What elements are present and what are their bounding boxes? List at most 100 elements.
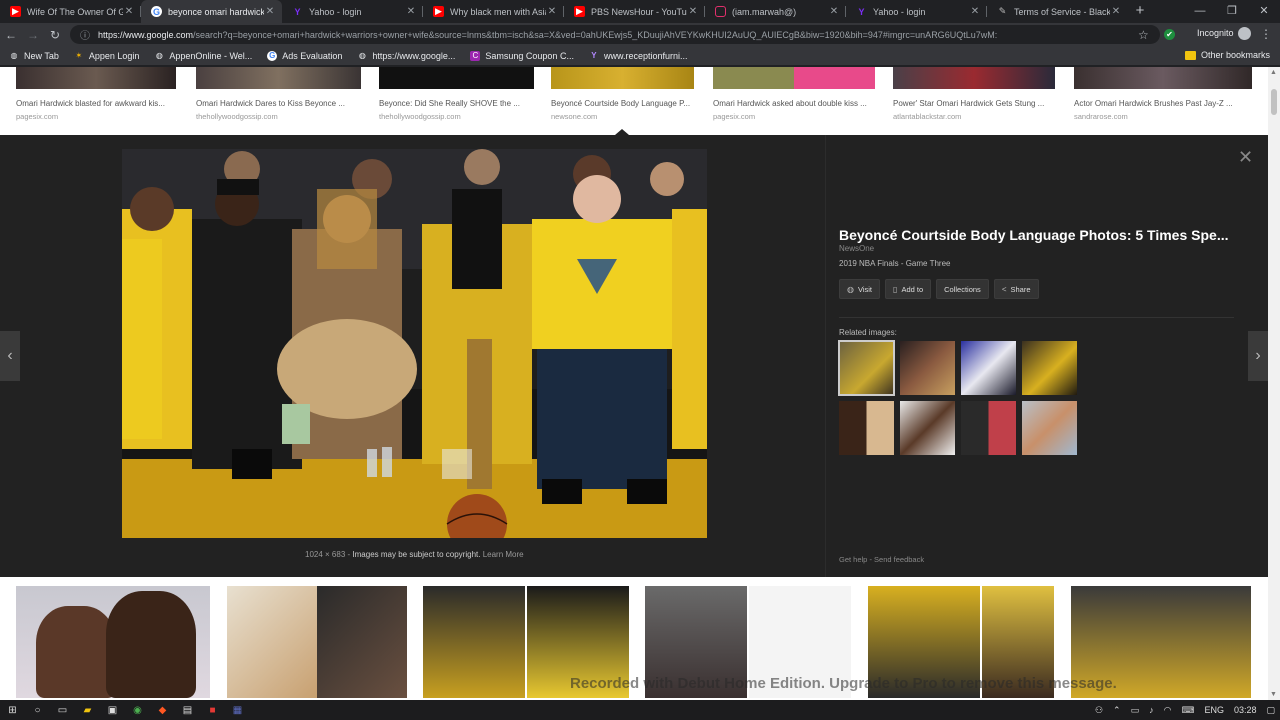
preview-image[interactable] <box>122 149 707 538</box>
result-caption: Omari Hardwick blasted for awkward kis..… <box>16 99 165 108</box>
bookmark-item[interactable]: ◍ AppenOnline - Wel... <box>145 51 258 61</box>
tab-title: Yahoo - login <box>309 6 362 17</box>
notepad-icon[interactable]: ▤ <box>175 700 200 720</box>
learn-more-link[interactable]: Learn More <box>483 550 524 559</box>
store-icon[interactable]: ▣ <box>100 700 125 720</box>
result-thumbnail[interactable]: Actor Omari Hardwick Brushes Past Jay-Z … <box>1074 67 1252 121</box>
yahoo-icon: Y <box>858 6 865 17</box>
bookmark-item[interactable]: Ywww.receptionfurni... <box>580 51 694 61</box>
tab-7[interactable]: ✎ Terms of Service - BlackAm✕ <box>987 0 1128 23</box>
tab-5[interactable]: (iam.marwah@) ✕ <box>705 0 846 23</box>
chevron-up-icon[interactable]: ⌃ <box>1108 705 1126 716</box>
file-explorer-icon[interactable]: ▰ <box>75 700 100 720</box>
people-icon[interactable]: ⚇ <box>1090 705 1108 716</box>
visit-button[interactable]: ◍ Visit <box>839 279 881 299</box>
related-image[interactable] <box>961 401 1016 455</box>
bookmark-label: Samsung Coupon C... <box>485 50 574 61</box>
bookmark-item[interactable]: ◍ New Tab <box>0 51 65 61</box>
battery-icon[interactable]: ▭ <box>1126 705 1145 716</box>
menu-icon[interactable]: ⋮ <box>1260 27 1272 41</box>
scroll-up-icon[interactable]: ▲ <box>1270 69 1277 76</box>
windows-start-icon[interactable]: ⊞ <box>0 700 25 720</box>
tab-6[interactable]: Y Yahoo - login ✕ <box>846 0 987 23</box>
notification-icon[interactable]: ▢ <box>1261 705 1280 716</box>
result-thumbnail-selected[interactable]: Beyoncé Courtside Body Language P... new… <box>551 67 694 121</box>
tab-2[interactable]: Y Yahoo - login ✕ <box>282 0 423 23</box>
close-icon[interactable]: ✕ <box>123 6 135 17</box>
clock[interactable]: 03:28 <box>1229 705 1262 715</box>
scroll-down-icon[interactable]: ▼ <box>1270 691 1277 698</box>
yahoo-icon: Y <box>591 51 597 60</box>
result-thumbnail[interactable] <box>16 586 210 698</box>
result-thumbnail[interactable]: Power' Star Omari Hardwick Gets Stung ..… <box>893 67 1055 121</box>
page-scrollbar[interactable]: ▲ ▼ <box>1268 67 1280 700</box>
bookmark-item[interactable]: ◍ https://www.google... <box>348 51 461 61</box>
next-image-button[interactable]: › <box>1248 331 1268 381</box>
result-image <box>551 67 694 89</box>
keyboard-icon[interactable]: ⌨ <box>1176 705 1199 716</box>
close-window-icon[interactable]: ✕ <box>1248 0 1280 22</box>
previous-image-button[interactable]: ‹ <box>0 331 20 381</box>
volume-icon[interactable]: ♪ <box>1144 705 1159 715</box>
back-icon[interactable]: ← <box>0 28 22 42</box>
share-button[interactable]: < Share <box>993 279 1039 299</box>
bookmark-item[interactable]: ✶ Appen Login <box>65 51 146 61</box>
result-image <box>317 586 407 698</box>
close-icon[interactable]: ✕ <box>828 6 840 17</box>
preview-source[interactable]: NewsOne <box>839 244 874 253</box>
send-feedback-link[interactable]: Send feedback <box>874 555 924 564</box>
result-caption: Power' Star Omari Hardwick Gets Stung ..… <box>893 99 1045 108</box>
add-to-button[interactable]: ▯ Add to <box>885 279 932 299</box>
related-image[interactable] <box>961 341 1016 395</box>
minimize-icon[interactable]: — <box>1184 0 1216 22</box>
related-image[interactable] <box>838 340 895 396</box>
chrome-icon[interactable]: ◉ <box>125 700 150 720</box>
related-image[interactable] <box>1022 341 1077 395</box>
bookmark-star-icon[interactable]: ☆ <box>1138 28 1149 42</box>
other-bookmarks[interactable]: Other bookmarks <box>1184 50 1270 60</box>
result-thumbnail[interactable]: Omari Hardwick asked about double kiss .… <box>713 67 875 121</box>
related-image[interactable] <box>839 401 894 455</box>
tab-0[interactable]: ▶ Wife Of The Owner Of Golden✕ <box>0 0 141 23</box>
forward-icon[interactable]: → <box>22 28 44 42</box>
get-help-link[interactable]: Get help <box>839 555 867 564</box>
new-tab-button[interactable]: + <box>1128 0 1152 23</box>
collections-button[interactable]: Collections <box>936 279 989 299</box>
close-icon[interactable]: ✕ <box>264 6 276 17</box>
scrollbar-thumb[interactable] <box>1271 89 1277 115</box>
search-icon[interactable]: ○ <box>25 700 50 720</box>
network-icon[interactable]: ◠ <box>1159 705 1177 716</box>
close-panel-icon[interactable]: ✕ <box>1238 147 1253 168</box>
related-image[interactable] <box>900 341 955 395</box>
result-thumbnail[interactable]: Omari Hardwick Dares to Kiss Beyonce ...… <box>196 67 361 121</box>
brave-icon[interactable]: ◆ <box>150 700 175 720</box>
address-bar[interactable]: ⓘ https://www.google.com/search?q=beyonc… <box>70 25 1160 44</box>
incognito-icon[interactable] <box>1238 27 1251 40</box>
close-icon[interactable]: ✕ <box>405 6 417 17</box>
reload-icon[interactable]: ↻ <box>44 28 66 42</box>
tab-4[interactable]: ▶ PBS NewsHour - YouTube ✕ <box>564 0 705 23</box>
close-icon[interactable]: ✕ <box>969 6 981 17</box>
related-images-label: Related images: <box>839 328 897 337</box>
extension-icon[interactable]: ✔ <box>1164 29 1175 40</box>
close-icon[interactable]: ✕ <box>1110 6 1122 17</box>
result-thumbnail[interactable] <box>227 586 407 698</box>
related-image[interactable] <box>900 401 955 455</box>
close-icon[interactable]: ✕ <box>546 6 558 17</box>
result-thumbnail[interactable]: Beyonce: Did She Really SHOVE the ... th… <box>379 67 534 121</box>
recorder-icon[interactable]: ■ <box>200 700 225 720</box>
restore-icon[interactable]: ❐ <box>1216 0 1248 22</box>
info-icon[interactable]: ⓘ <box>80 27 90 42</box>
close-icon[interactable]: ✕ <box>687 6 699 17</box>
preview-title[interactable]: Beyoncé Courtside Body Language Photos: … <box>839 227 1228 243</box>
task-view-icon[interactable]: ▭ <box>50 700 75 720</box>
bookmark-item[interactable]: C Samsung Coupon C... <box>461 50 580 61</box>
related-image[interactable] <box>1022 401 1077 455</box>
result-thumbnail[interactable]: Omari Hardwick blasted for awkward kis..… <box>16 67 176 121</box>
tab-3[interactable]: ▶ Why black men with Asian ✕ <box>423 0 564 23</box>
bookmark-item[interactable]: G Ads Evaluation <box>258 50 348 61</box>
tab-1[interactable]: Gbeyonce omari hardwick warriors✕ <box>141 0 282 23</box>
language-indicator[interactable]: ENG <box>1199 705 1229 715</box>
app-icon[interactable]: ▦ <box>225 700 250 720</box>
url-domain: https://www.google.com <box>98 29 194 40</box>
